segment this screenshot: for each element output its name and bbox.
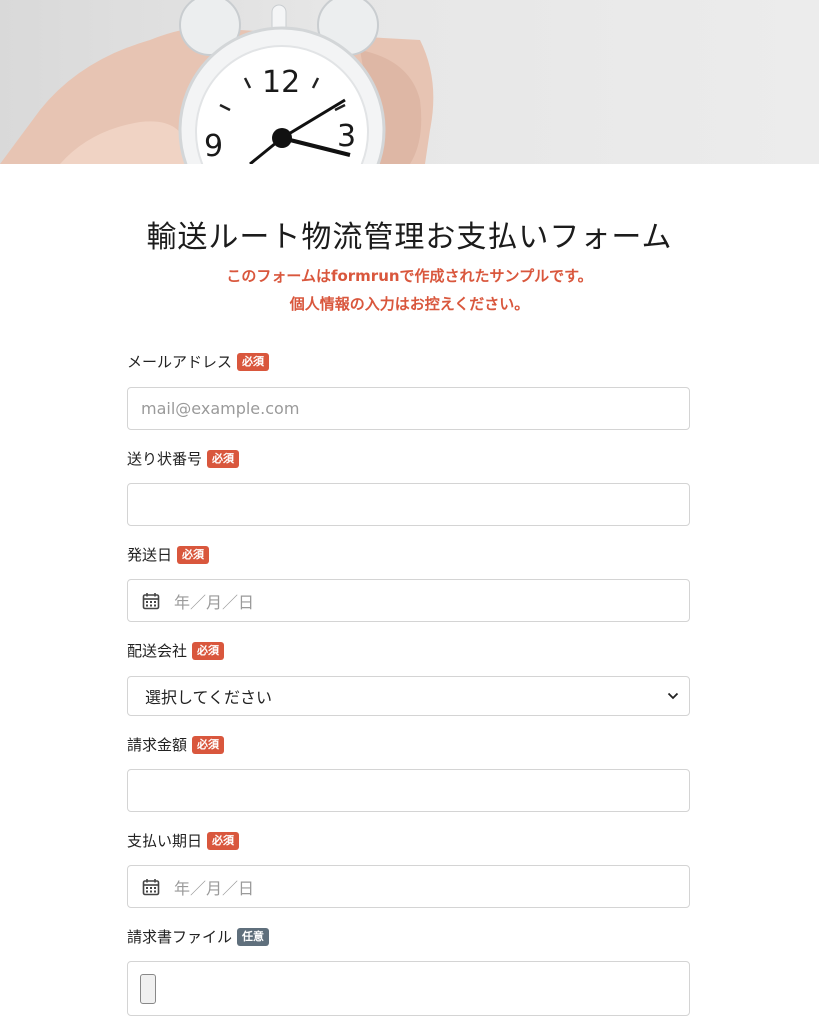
due-date-field[interactable]: 年／月／日: [127, 865, 690, 908]
invoice-amount-field[interactable]: [127, 769, 690, 812]
email-placeholder: mail@example.com: [141, 399, 300, 418]
required-badge: 必須: [237, 352, 270, 371]
required-badge: 必須: [207, 831, 240, 850]
required-badge: 必須: [192, 641, 225, 660]
hero-banner: 12 3 9: [0, 0, 819, 164]
tracking-number-label: 送り状番号 必須: [127, 448, 240, 469]
clock-numeral-12: 12: [262, 65, 300, 100]
carrier-select[interactable]: 選択してください: [127, 676, 690, 716]
invoice-amount-label-text: 請求金額: [127, 736, 188, 754]
tracking-number-label-text: 送り状番号: [127, 450, 203, 468]
carrier-label: 配送会社 必須: [127, 640, 225, 661]
optional-badge: 任意: [237, 927, 270, 946]
calendar-icon[interactable]: [142, 878, 160, 896]
ship-date-field[interactable]: 年／月／日: [127, 579, 690, 622]
clock-numeral-3: 3: [337, 119, 356, 154]
invoice-file-label-text: 請求書ファイル: [127, 928, 233, 946]
tracking-number-field[interactable]: [127, 483, 690, 526]
email-field[interactable]: mail@example.com: [127, 387, 690, 430]
sample-notice-line1: このフォームはformrunで作成されたサンプルです。: [226, 267, 593, 285]
ship-date-label: 発送日 必須: [127, 544, 210, 565]
required-badge: 必須: [177, 545, 210, 564]
required-badge: 必須: [207, 449, 240, 468]
due-date-label: 支払い期日 必須: [127, 830, 240, 851]
carrier-label-text: 配送会社: [127, 642, 188, 660]
clock-numeral-9: 9: [204, 129, 223, 164]
ship-date-label-text: 発送日: [127, 546, 173, 564]
email-label: メールアドレス 必須: [127, 351, 270, 372]
form-title: 輸送ルート物流管理お支払いフォーム: [146, 220, 673, 255]
invoice-file-upload[interactable]: [127, 961, 690, 1016]
due-date-placeholder: 年／月／日: [174, 878, 255, 898]
file-choose-button[interactable]: [140, 973, 156, 1004]
carrier-selected-value: 選択してください: [145, 688, 273, 707]
email-label-text: メールアドレス: [127, 353, 233, 371]
calendar-icon[interactable]: [142, 592, 160, 610]
chevron-down-icon: [667, 692, 679, 700]
alarm-clock-image: 12 3 9: [0, 0, 434, 164]
required-badge: 必須: [192, 735, 225, 754]
sample-notice-line2: 個人情報の入力はお控えください。: [289, 295, 530, 313]
invoice-file-label: 請求書ファイル 任意: [127, 926, 270, 947]
due-date-label-text: 支払い期日: [127, 832, 203, 850]
ship-date-placeholder: 年／月／日: [174, 592, 255, 612]
invoice-amount-label: 請求金額 必須: [127, 734, 225, 755]
